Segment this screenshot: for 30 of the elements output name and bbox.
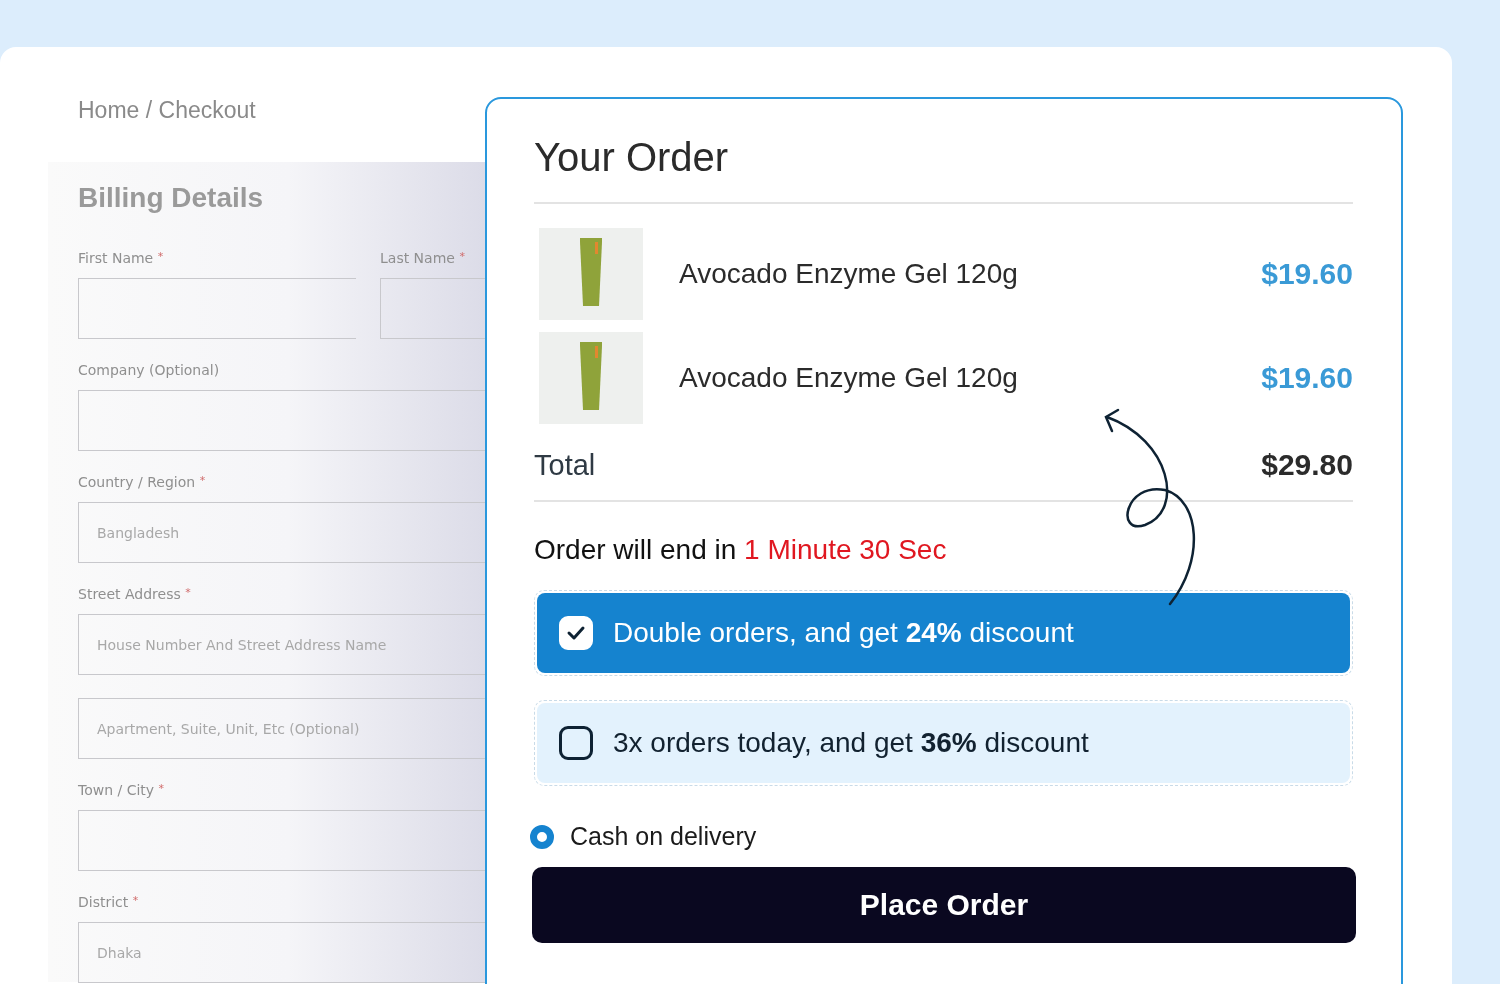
input-field[interactable] xyxy=(78,390,485,451)
offer-option[interactable]: 3x orders today, and get 36% discount xyxy=(537,703,1350,783)
total-label: Total xyxy=(534,448,596,482)
field-label: Company (Optional) xyxy=(78,362,220,378)
input-field[interactable]: Bangladesh xyxy=(78,502,485,563)
field-label: Street Address * xyxy=(78,586,191,602)
input-field[interactable]: House Number And Street Address Name xyxy=(78,614,485,675)
input-field[interactable] xyxy=(78,278,356,339)
field-label: First Name * xyxy=(78,250,164,266)
input-field[interactable] xyxy=(78,810,485,871)
payment-label: Cash on delivery xyxy=(570,822,757,851)
order-title: Your Order xyxy=(534,135,730,180)
total-amount: $29.80 xyxy=(1261,448,1353,482)
input-field[interactable]: Apartment, Suite, Unit, Etc (Optional) xyxy=(78,698,485,759)
field-label: Last Name * xyxy=(380,250,465,266)
field-label: District * xyxy=(78,894,139,910)
breadcrumb-link[interactable]: Home / Checkout xyxy=(78,97,256,124)
field-label: Town / City * xyxy=(78,782,165,798)
product-name: Avocado Enzyme Gel 120g xyxy=(679,258,1019,290)
product-price: $19.60 xyxy=(1261,361,1353,395)
countdown-text: Order will end in 1 Minute 30 Sec xyxy=(534,534,948,566)
radio-button[interactable] xyxy=(530,824,554,849)
field-label: Country / Region * xyxy=(78,474,206,490)
product-price: $19.60 xyxy=(1261,257,1353,291)
input-field[interactable]: Dhaka xyxy=(78,922,485,983)
product-name: Avocado Enzyme Gel 120g xyxy=(679,362,1019,394)
section-title: Billing Details xyxy=(78,182,265,214)
place-order-button[interactable]: Place Order xyxy=(532,867,1356,943)
checkbox[interactable] xyxy=(559,726,593,760)
offer-option[interactable]: Double orders, and get 24% discount xyxy=(537,593,1350,673)
